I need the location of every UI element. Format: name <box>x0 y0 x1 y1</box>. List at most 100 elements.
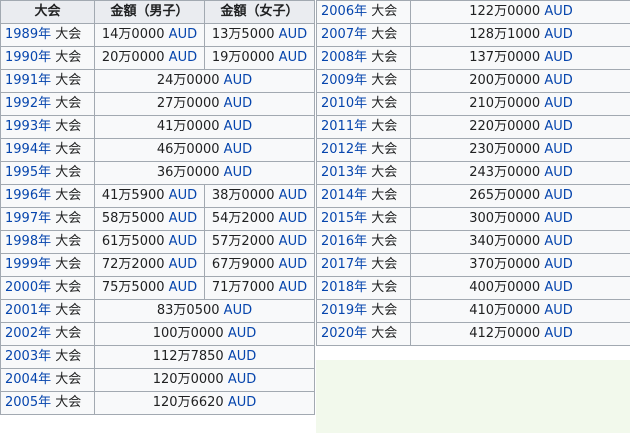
currency-link[interactable]: AUD <box>224 96 252 111</box>
year-link[interactable]: 2015年 <box>321 211 367 226</box>
year-link[interactable]: 2002年 <box>5 326 51 341</box>
year-link[interactable]: 2017年 <box>321 257 367 272</box>
amount-cell-shared: 243万0000 AUD <box>410 161 630 185</box>
currency-link[interactable]: AUD <box>544 280 572 295</box>
amount-value: 120万0000 <box>152 372 224 387</box>
currency-link[interactable]: AUD <box>544 257 572 272</box>
currency-link[interactable]: AUD <box>169 27 197 42</box>
year-link[interactable]: 1998年 <box>5 234 51 249</box>
table-row: 2020年 大会 412万0000 AUD <box>316 322 630 346</box>
tournament-suffix: 大会 <box>371 119 398 134</box>
year-link[interactable]: 2007年 <box>321 27 367 42</box>
currency-link[interactable]: AUD <box>224 119 252 134</box>
currency-link[interactable]: AUD <box>228 326 256 341</box>
year-cell: 1995年 大会 <box>0 161 95 185</box>
currency-link[interactable]: AUD <box>544 96 572 111</box>
currency-link[interactable]: AUD <box>544 188 572 203</box>
year-link[interactable]: 2004年 <box>5 372 51 387</box>
currency-link[interactable]: AUD <box>228 372 256 387</box>
currency-link[interactable]: AUD <box>169 50 197 65</box>
tournament-suffix: 大会 <box>55 165 82 180</box>
table-row: 2013年 大会 243万0000 AUD <box>316 161 630 185</box>
year-link[interactable]: 1994年 <box>5 142 51 157</box>
year-link[interactable]: 2006年 <box>321 4 367 19</box>
year-link[interactable]: 2012年 <box>321 142 367 157</box>
amount-cell-shared: 112万7850 AUD <box>94 345 315 369</box>
currency-link[interactable]: AUD <box>224 165 252 180</box>
year-cell: 2010年 大会 <box>316 92 411 116</box>
currency-link[interactable]: AUD <box>279 211 307 226</box>
year-link[interactable]: 2005年 <box>5 395 51 410</box>
currency-link[interactable]: AUD <box>228 349 256 364</box>
year-cell: 1996年 大会 <box>0 184 95 208</box>
currency-link[interactable]: AUD <box>169 188 197 203</box>
amount-cell-women: 19万0000 AUD <box>204 46 315 70</box>
currency-link[interactable]: AUD <box>279 27 307 42</box>
year-link[interactable]: 1999年 <box>5 257 51 272</box>
currency-link[interactable]: AUD <box>224 303 252 318</box>
year-link[interactable]: 2010年 <box>321 96 367 111</box>
currency-link[interactable]: AUD <box>544 165 572 180</box>
currency-link[interactable]: AUD <box>544 73 572 88</box>
year-link[interactable]: 1990年 <box>5 50 51 65</box>
currency-link[interactable]: AUD <box>544 4 572 19</box>
currency-link[interactable]: AUD <box>279 234 307 249</box>
currency-link[interactable]: AUD <box>544 211 572 226</box>
currency-link[interactable]: AUD <box>544 50 572 65</box>
amount-value: 41万0000 <box>156 119 220 134</box>
currency-link[interactable]: AUD <box>169 234 197 249</box>
year-link[interactable]: 2009年 <box>321 73 367 88</box>
year-link[interactable]: 2008年 <box>321 50 367 65</box>
tournament-suffix: 大会 <box>55 395 82 410</box>
year-link[interactable]: 2014年 <box>321 188 367 203</box>
table-row: 2004年 大会 120万0000 AUD <box>0 368 315 392</box>
amount-value: 27万0000 <box>156 96 220 111</box>
year-link[interactable]: 2003年 <box>5 349 51 364</box>
prize-money-table-left: 大会 金額（男子） 金額（女子） 1989年 大会 14万0000 AUD 13万5… <box>0 0 315 415</box>
currency-link[interactable]: AUD <box>544 303 572 318</box>
year-link[interactable]: 1997年 <box>5 211 51 226</box>
currency-link[interactable]: AUD <box>224 73 252 88</box>
table-row: 1991年 大会 24万0000 AUD <box>0 69 315 93</box>
year-link[interactable]: 2013年 <box>321 165 367 180</box>
year-link[interactable]: 2019年 <box>321 303 367 318</box>
currency-link[interactable]: AUD <box>279 188 307 203</box>
currency-link[interactable]: AUD <box>279 50 307 65</box>
currency-link[interactable]: AUD <box>224 142 252 157</box>
year-link[interactable]: 1995年 <box>5 165 51 180</box>
currency-link[interactable]: AUD <box>544 234 572 249</box>
year-link[interactable]: 1996年 <box>5 188 51 203</box>
year-cell: 1989年 大会 <box>0 23 95 47</box>
amount-cell-shared: 410万0000 AUD <box>410 299 630 323</box>
currency-link[interactable]: AUD <box>544 27 572 42</box>
currency-link[interactable]: AUD <box>279 257 307 272</box>
currency-link[interactable]: AUD <box>279 280 307 295</box>
year-link[interactable]: 2020年 <box>321 326 367 341</box>
year-link[interactable]: 1992年 <box>5 96 51 111</box>
year-link[interactable]: 2001年 <box>5 303 51 318</box>
amount-value: 19万0000 <box>211 50 275 65</box>
tournament-suffix: 大会 <box>371 50 398 65</box>
currency-link[interactable]: AUD <box>228 395 256 410</box>
amount-cell-shared: 24万0000 AUD <box>94 69 315 93</box>
year-link[interactable]: 1991年 <box>5 73 51 88</box>
year-link[interactable]: 1989年 <box>5 27 51 42</box>
currency-link[interactable]: AUD <box>169 211 197 226</box>
amount-cell-shared: 412万0000 AUD <box>410 322 630 346</box>
year-link[interactable]: 1993年 <box>5 119 51 134</box>
currency-link[interactable]: AUD <box>169 280 197 295</box>
currency-link[interactable]: AUD <box>544 326 572 341</box>
year-cell: 2008年 大会 <box>316 46 411 70</box>
year-link[interactable]: 2018年 <box>321 280 367 295</box>
currency-link[interactable]: AUD <box>544 119 572 134</box>
year-link[interactable]: 2011年 <box>321 119 367 134</box>
table-row: 2016年 大会 340万0000 AUD <box>316 230 630 254</box>
amount-cell-shared: 27万0000 AUD <box>94 92 315 116</box>
amount-value: 61万5000 <box>101 234 165 249</box>
year-link[interactable]: 2000年 <box>5 280 51 295</box>
currency-link[interactable]: AUD <box>169 257 197 272</box>
currency-link[interactable]: AUD <box>544 142 572 157</box>
year-cell: 2007年 大会 <box>316 23 411 47</box>
table-row: 2007年 大会 128万1000 AUD <box>316 23 630 47</box>
year-link[interactable]: 2016年 <box>321 234 367 249</box>
